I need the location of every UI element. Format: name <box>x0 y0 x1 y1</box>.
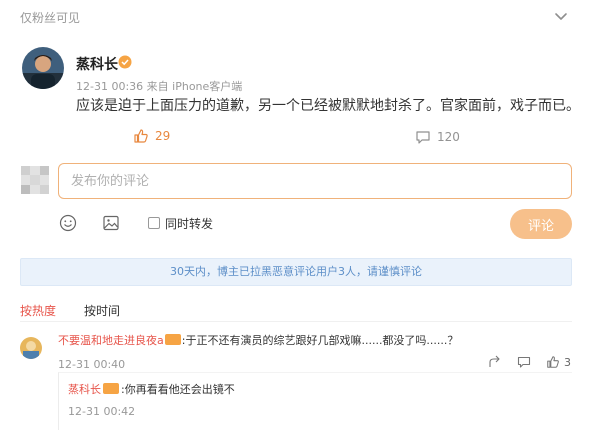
comment-bubble-icon <box>415 129 431 145</box>
thumbs-up-icon <box>133 128 149 144</box>
post-like-button[interactable]: 29 <box>133 127 170 145</box>
reply-time: 12-31 00:42 <box>68 405 136 418</box>
tab-sort-by-hot[interactable]: 按热度 <box>20 302 56 319</box>
thumbs-up-icon <box>546 355 560 369</box>
fan-badge-icon <box>164 334 181 345</box>
repost-checkbox[interactable] <box>148 217 160 229</box>
post-timestamp: 12-31 00:36 <box>76 80 144 93</box>
divider <box>20 321 572 322</box>
commenter-avatar[interactable] <box>20 337 42 359</box>
author-badge-icon <box>103 383 119 394</box>
reply-icon[interactable] <box>517 355 531 369</box>
tab-sort-by-time[interactable]: 按时间 <box>84 302 120 319</box>
comment-like-count: 3 <box>564 355 571 369</box>
replier-name[interactable]: 蒸科长 <box>68 383 101 396</box>
post-comment-button[interactable]: 120 <box>415 128 460 146</box>
submit-comment-button[interactable]: 评论 <box>510 209 572 239</box>
comment-like-button[interactable]: 3 <box>546 355 571 369</box>
comment-input[interactable] <box>58 163 572 199</box>
chevron-down-icon[interactable] <box>551 6 571 26</box>
post-like-count: 29 <box>155 129 171 143</box>
my-avatar <box>21 166 49 194</box>
reply-body: 蒸科长 :你再看看他还会出镜不 <box>68 381 235 397</box>
repost-label[interactable]: 同时转发 <box>165 215 213 232</box>
author-avatar[interactable] <box>22 47 64 89</box>
image-icon[interactable] <box>101 213 121 233</box>
commenter-name[interactable]: 不要温和地走进良夜a <box>58 334 164 347</box>
comment-time: 12-31 00:40 <box>58 358 126 371</box>
post-content: 应该是迫于上面压力的道歉，另一个已经被默默地封杀了。官家面前，戏子而已。 <box>76 98 580 114</box>
post-comment-count: 120 <box>437 130 460 144</box>
share-icon[interactable] <box>488 355 502 369</box>
post-source: 来自 iPhone客户端 <box>146 80 243 93</box>
post-meta: 12-31 00:36 来自 iPhone客户端 <box>76 78 242 94</box>
author-name[interactable]: 蒸科长 <box>76 54 118 74</box>
visibility-label: 仅粉丝可见 <box>20 11 81 25</box>
verified-badge-icon <box>118 55 132 69</box>
comment-text: :于正不还有演员的综艺跟好几部戏嘛......都没了吗......？ <box>181 334 459 347</box>
reply-text: :你再看看他还会出镜不 <box>121 383 235 396</box>
comment-body: 不要温和地走进良夜a :于正不还有演员的综艺跟好几部戏嘛......都没了吗...… <box>58 332 458 348</box>
notice-banner: 30天内，博主已拉黑恶意评论用户3人，请谨慎评论 <box>20 258 572 286</box>
emoji-icon[interactable] <box>58 213 78 233</box>
